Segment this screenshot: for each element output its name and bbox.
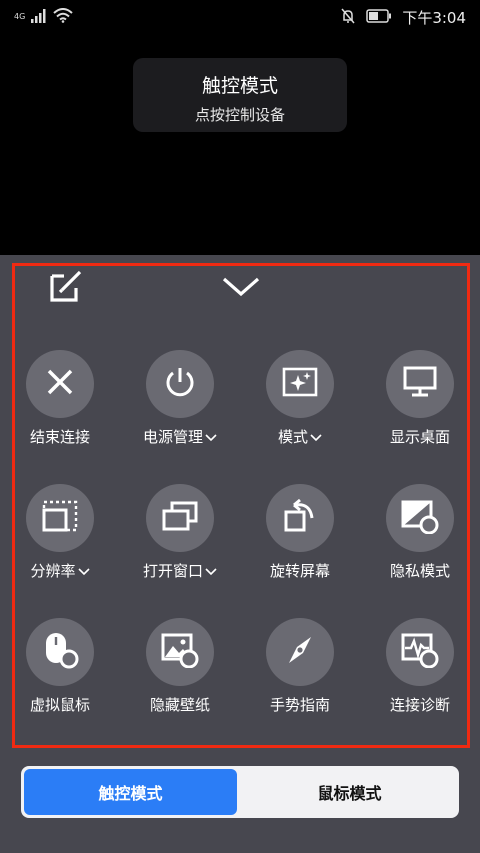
connection-diagnosis-button[interactable] [386, 618, 454, 686]
grid-item-label: 分辨率 [30, 562, 76, 580]
grid-item-label: 手势指南 [269, 696, 330, 714]
grid-item-hide-wallpaper[interactable]: 隐藏壁纸 [120, 618, 240, 715]
grid-item-open-window[interactable]: 打开窗口 [120, 484, 240, 581]
privacy-mode-button[interactable] [386, 484, 454, 552]
sparkle-icon [282, 367, 318, 401]
status-right: 下午3:04 [340, 7, 466, 28]
grid-item-disconnect[interactable]: 结束连接 [0, 350, 120, 447]
rotate-icon [282, 498, 318, 538]
rotate-screen-button[interactable] [266, 484, 334, 552]
resolution-icon [42, 500, 78, 536]
edit-icon [48, 268, 84, 308]
signal-icon [31, 8, 47, 27]
grid-item-power[interactable]: 电源管理 [120, 350, 240, 447]
grid-item-mode[interactable]: 模式 [240, 350, 360, 447]
resolution-button[interactable] [26, 484, 94, 552]
mode-switch: 触控模式 鼠标模式 [21, 766, 459, 818]
status-bar: 4G 下午3:04 [0, 0, 480, 34]
gesture-guide-button[interactable] [266, 618, 334, 686]
virtual-mouse-button[interactable] [26, 618, 94, 686]
grid-item-label: 模式 [277, 428, 308, 446]
grid-item-label: 连接诊断 [389, 696, 450, 714]
grid-item-label: 旋转屏幕 [269, 562, 330, 580]
chevron-down-icon [205, 562, 217, 580]
grid-item-label: 电源管理 [142, 428, 203, 446]
collapse-button[interactable] [215, 270, 267, 308]
network-type: 4G [14, 12, 26, 21]
chevron-down-icon [310, 428, 322, 446]
grid-item-connection-diagnosis[interactable]: 连接诊断 [360, 618, 480, 715]
grid-item-label: 隐藏壁纸 [149, 696, 210, 714]
mode-toast: 触控模式 点按控制设备 [133, 58, 347, 132]
diagnose-icon [401, 632, 439, 672]
edit-button[interactable] [44, 268, 88, 308]
grid-item-label: 打开窗口 [142, 562, 203, 580]
disconnect-button[interactable] [26, 350, 94, 418]
status-left: 4G [14, 8, 73, 27]
hide-wallpaper-button[interactable] [146, 618, 214, 686]
mouse-icon [41, 631, 79, 673]
grid-item-label: 隐私模式 [389, 562, 450, 580]
chevron-down-icon [77, 562, 90, 580]
show-desktop-button[interactable] [386, 350, 454, 418]
power-icon [163, 365, 197, 403]
touch-mode-tab[interactable]: 触控模式 [24, 769, 237, 815]
toast-subtitle: 点按控制设备 [194, 106, 285, 124]
grid-item-gesture-guide[interactable]: 手势指南 [240, 618, 360, 715]
grid-item-privacy-mode[interactable]: 隐私模式 [360, 484, 480, 581]
status-time: 下午3:04 [402, 9, 466, 27]
grid-item-resolution[interactable]: 分辨率 [0, 484, 120, 581]
mouse-mode-tab[interactable]: 鼠标模式 [243, 769, 456, 815]
wifi-icon [53, 8, 73, 27]
monitor-icon [403, 366, 437, 402]
windows-icon [162, 500, 198, 536]
mute-bell-icon [340, 8, 356, 28]
power-button[interactable] [146, 350, 214, 418]
wallpaper-icon [161, 632, 199, 672]
grid-item-show-desktop[interactable]: 显示桌面 [360, 350, 480, 447]
battery-icon [366, 8, 392, 27]
compass-icon [283, 633, 317, 671]
toast-title: 触控模式 [201, 75, 278, 97]
chevron-down-icon [205, 428, 217, 446]
grid-item-label: 显示桌面 [389, 428, 450, 446]
close-icon [45, 367, 75, 401]
grid-item-rotate-screen[interactable]: 旋转屏幕 [240, 484, 360, 581]
mode-button[interactable] [266, 350, 334, 418]
grid-item-label: 结束连接 [29, 428, 90, 446]
open-window-button[interactable] [146, 484, 214, 552]
chevron-down-icon [221, 276, 261, 302]
privacy-icon [401, 498, 439, 538]
grid-item-virtual-mouse[interactable]: 虚拟鼠标 [0, 618, 120, 715]
grid-item-label: 虚拟鼠标 [29, 696, 90, 714]
